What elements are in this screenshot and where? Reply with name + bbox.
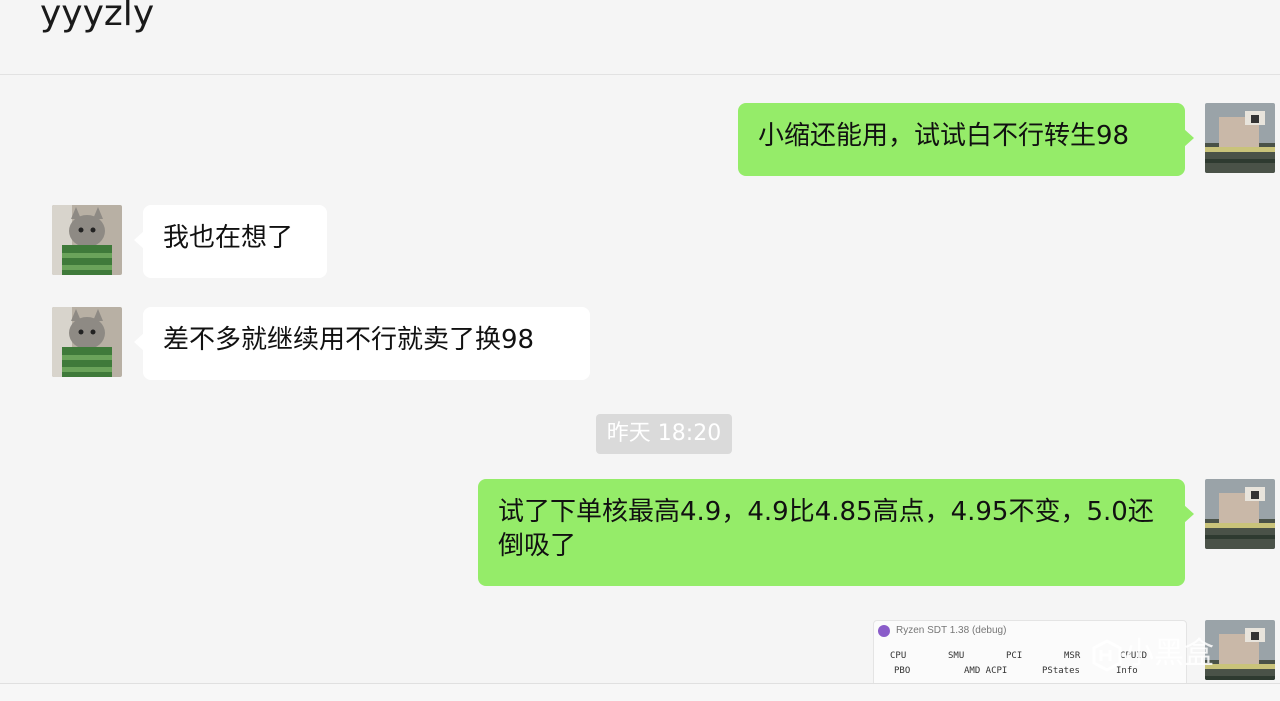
self-avatar[interactable] bbox=[1205, 103, 1275, 173]
self-avatar[interactable] bbox=[1205, 479, 1275, 549]
image-tab-label: SMU bbox=[948, 651, 965, 661]
watermark-text: 小黑盒 bbox=[1124, 636, 1214, 671]
watermark: 小黑盒 bbox=[1090, 632, 1250, 676]
message-text: 小缩还能用，试试白不行转生98 bbox=[758, 121, 1130, 151]
image-tab-label: AMD ACPI bbox=[964, 666, 1008, 676]
message-text: 差不多就继续用不行就卖了换98 bbox=[163, 325, 535, 355]
chat-title: yyyzly bbox=[40, 0, 155, 34]
image-app-title: Ryzen SDT 1.38 (debug) bbox=[896, 625, 1007, 636]
box-logo-icon bbox=[1090, 638, 1124, 672]
contact-avatar[interactable] bbox=[52, 307, 122, 377]
image-tab-label: PCI bbox=[1006, 651, 1023, 661]
message-bubble-outgoing[interactable]: 试了下单核最高4.9，4.9比4.85高点，4.95不变，5.0还倒吸了 bbox=[478, 479, 1194, 586]
message-bubble-incoming[interactable]: 我也在想了 bbox=[134, 205, 327, 278]
chat-header: yyyzly bbox=[0, 0, 1280, 75]
image-tab-label: MSR bbox=[1064, 651, 1081, 661]
timestamp-divider: 昨天 18:20 bbox=[596, 414, 732, 454]
image-tab-label: PBO bbox=[894, 666, 911, 676]
image-tab-label: CPU bbox=[890, 651, 907, 661]
message-bubble-outgoing[interactable]: 小缩还能用，试试白不行转生98 bbox=[738, 103, 1194, 176]
message-list[interactable]: 小缩还能用，试试白不行转生98 我也在想了 差不多就继续用不行就卖了换98 昨天… bbox=[0, 75, 1280, 683]
message-text: 我也在想了 bbox=[163, 223, 294, 253]
message-bubble-incoming[interactable]: 差不多就继续用不行就卖了换98 bbox=[134, 307, 590, 380]
message-text: 试了下单核最高4.9，4.9比4.85高点，4.95不变，5.0还倒吸了 bbox=[498, 497, 1154, 561]
image-tab-label: PStates bbox=[1042, 666, 1080, 676]
input-area-edge bbox=[0, 684, 1280, 701]
contact-avatar[interactable] bbox=[52, 205, 122, 275]
app-logo-icon bbox=[878, 625, 890, 637]
